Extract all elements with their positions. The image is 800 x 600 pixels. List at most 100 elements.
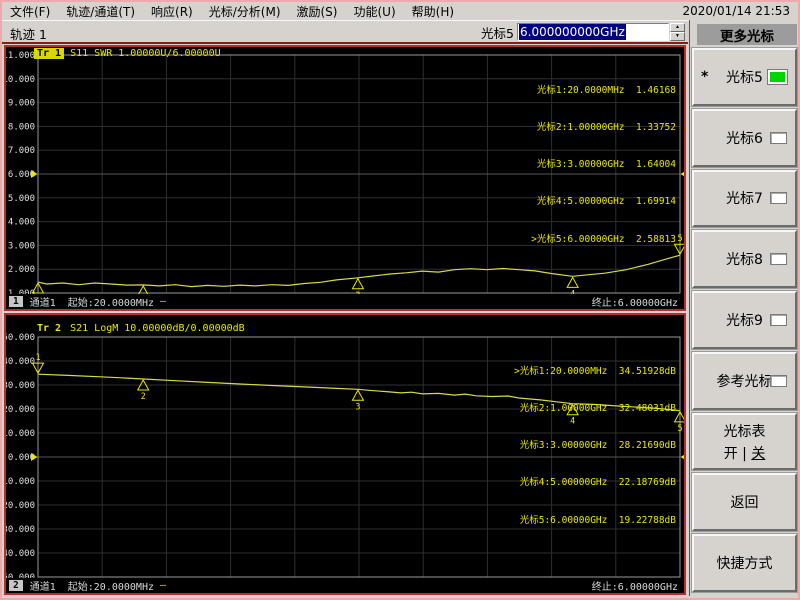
svg-text:10.000: 10.000 [6,75,35,85]
sweep-indicator: — [160,296,167,307]
marker9-led-icon [770,314,787,327]
svg-text:-40.000: -40.000 [6,549,35,559]
toggle-state-label: 开 | 关 [723,445,766,462]
s21-config-text: S21 LogM 10.00000dB/0.00000dB [70,323,245,334]
readout-row: 光标3:3.00000GHz 28.21690dB [519,440,676,452]
softkey-marker-table-toggle[interactable]: 光标表 开 | 关 [691,411,798,472]
start-frequency: 起始:20.0000MHz [67,582,154,593]
trace1-badge[interactable]: Tr 1 [34,48,65,59]
menu-stimulus[interactable]: 激励(S) [289,2,346,21]
marker-entry-group: 光标5 6.000000000GHz ▲ ▼ [481,22,685,42]
active-marker-star: * [701,68,709,85]
softkey-label: 返回 [730,495,759,512]
softkey-label: 快捷方式 [716,556,773,573]
svg-text:9.000: 9.000 [8,99,35,109]
svg-text:2: 2 [141,392,146,402]
s11-config-text: S11 SWR 1.00000U/6.00000U [70,48,221,59]
softkey-marker9[interactable]: 光标9 [691,290,798,350]
svg-text:6.000: 6.000 [8,170,35,180]
marker7-led-icon [770,192,787,205]
marker8-led-icon [770,253,787,266]
svg-text:11.000: 11.000 [6,51,35,61]
softkey-marker7[interactable]: 光标7 [691,168,798,229]
active-trace-label: 轨迹 1 [10,27,47,42]
menu-marker-analysis[interactable]: 光标/分析(M) [201,2,289,21]
toolbar: 轨迹 1 光标5 6.000000000GHz ▲ ▼ [2,21,688,44]
s21-status-bar: 2 通道1 起始:20.0000MHz — 终止:6.00000GHz [6,578,684,593]
softkey-label: 光标6 [726,130,763,147]
menu-bar: 文件(F) 轨迹/通道(T) 响应(R) 光标/分析(M) 激励(S) 功能(U… [2,2,798,21]
marker5-led-icon [767,68,788,85]
s11-status-bar: 1 通道1 起始:20.0000MHz — 终止:6.00000GHz [6,294,684,309]
softkey-label: 参考光标 [716,373,773,390]
softkey-reference-marker[interactable]: 参考光标 [691,350,798,411]
menu-utility[interactable]: 功能(U) [345,2,403,21]
readout-row: 光标4:5.00000GHz 22.18769dB [519,477,676,489]
softkey-marker5[interactable]: * 光标5 [691,47,798,107]
svg-text:-30.000: -30.000 [6,525,35,535]
spinner-up-button[interactable]: ▲ [670,23,685,32]
sweep-indicator: — [160,580,167,591]
svg-text:-20.000: -20.000 [6,501,35,511]
s21-chart-header: Tr 2 S21 LogM 10.00000dB/0.00000dB [34,323,245,334]
softkey-sidebar: 更多光标 * 光标5 光标6 光标7 光标8 光标9 参考光标 光标表 开 | … [689,20,798,596]
stop-frequency: 终止:6.00000GHz [591,298,678,309]
svg-text:1: 1 [35,353,40,363]
menu-help[interactable]: 帮助(H) [404,2,462,21]
svg-text:5: 5 [677,424,682,434]
reference-marker-led-icon [770,374,787,387]
readout-row: 光标1:20.0000MHz 1.46168 [536,84,676,96]
s21-logm-chart-panel: Tr 2 S21 LogM 10.00000dB/0.00000dB >光标1:… [4,313,686,595]
s11-marker-readout: 光标1:20.0000MHz 1.46168 光标2:1.00000GHz 1.… [531,60,676,271]
channel1-badge: 1 [9,296,23,307]
readout-row: 光标5:6.00000GHz 19.22788dB [519,514,676,526]
softkey-label: 光标8 [726,252,763,269]
svg-text:0.000: 0.000 [8,453,35,463]
clock: 2020/01/14 21:53 [682,4,790,18]
readout-row: 光标2:1.00000GHz 32.48031dB [519,403,676,415]
svg-text:5.000: 5.000 [8,194,35,204]
svg-text:7.000: 7.000 [8,146,35,156]
marker-frequency-input[interactable]: 6.000000000GHz [517,23,669,41]
softkey-label: 光标7 [726,191,763,208]
readout-row: >光标5:6.00000GHz 2.58813 [531,233,676,245]
softkey-label: 光标5 [726,69,763,86]
stop-frequency: 终止:6.00000GHz [591,582,678,593]
readout-row: 光标3:3.00000GHz 1.64004 [536,159,676,171]
svg-text:5: 5 [677,234,682,244]
channel2-name: 通道1 [29,582,56,593]
softkey-label: 光标表 [723,423,766,440]
menu-trace-channel[interactable]: 轨迹/通道(T) [58,2,143,21]
channel2-badge: 2 [9,580,23,591]
svg-text:3: 3 [355,402,360,412]
softkey-label: 光标9 [726,313,763,330]
sidebar-title: 更多光标 [697,24,797,45]
svg-text:-10.000: -10.000 [6,477,35,487]
marker6-led-icon [770,131,787,144]
softkey-shortcut[interactable]: 快捷方式 [691,533,798,594]
spinner-down-button[interactable]: ▼ [670,32,685,41]
channel1-name: 通道1 [29,298,56,309]
frequency-spinner: ▲ ▼ [670,23,685,41]
svg-text:20.000: 20.000 [6,405,35,415]
svg-text:30.000: 30.000 [6,381,35,391]
s11-swr-chart-panel: Tr 1 S11 SWR 1.00000U/6.00000U 光标1:20.00… [4,45,686,311]
svg-text:3.000: 3.000 [8,241,35,251]
start-frequency: 起始:20.0000MHz [67,298,154,309]
menu-response[interactable]: 响应(R) [143,2,201,21]
readout-row: 光标4:5.00000GHz 1.69914 [536,196,676,208]
svg-text:8.000: 8.000 [8,122,35,132]
readout-row: >光标1:20.0000MHz 34.51928dB [514,365,676,377]
svg-text:50.000: 50.000 [6,333,35,343]
softkey-marker8[interactable]: 光标8 [691,229,798,290]
menu-file[interactable]: 文件(F) [2,2,58,21]
softkey-return[interactable]: 返回 [691,472,798,533]
trace2-badge[interactable]: Tr 2 [34,323,64,334]
svg-text:2.000: 2.000 [8,265,35,275]
readout-row: 光标2:1.00000GHz 1.33752 [536,122,676,134]
svg-text:4.000: 4.000 [8,218,35,228]
marker-entry-label: 光标5 [481,25,514,41]
softkey-marker6[interactable]: 光标6 [691,107,798,168]
svg-text:10.000: 10.000 [6,429,35,439]
s21-marker-readout: >光标1:20.0000MHz 34.51928dB 光标2:1.00000GH… [514,341,676,552]
